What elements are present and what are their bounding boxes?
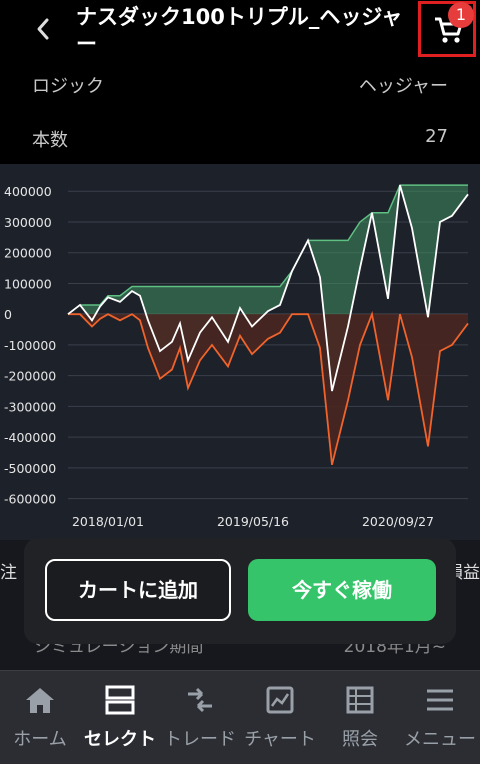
- y-tick-label: -100000: [4, 338, 56, 353]
- info-row-logic: ロジック ヘッジャー: [0, 58, 480, 112]
- tab-menu-label: メニュー: [404, 729, 476, 750]
- tab-inquiry[interactable]: 照会: [320, 671, 400, 764]
- count-value: 27: [425, 126, 448, 147]
- tab-trade[interactable]: トレード: [160, 671, 240, 764]
- tab-menu[interactable]: メニュー: [400, 671, 480, 764]
- add-to-cart-button[interactable]: カートに追加: [45, 559, 231, 621]
- logic-value: ヘッジャー: [358, 76, 448, 97]
- trade-icon: [188, 687, 212, 713]
- orders-label: 注: [0, 563, 17, 583]
- count-label: 本数: [32, 130, 68, 151]
- home-icon: [26, 688, 54, 713]
- y-tick-label: -600000: [4, 492, 56, 507]
- cart-count-badge: 1: [448, 2, 474, 28]
- x-tick-label: 2018/01/01: [72, 514, 144, 529]
- y-tick-label: 100000: [4, 276, 52, 291]
- y-tick-label: -400000: [4, 430, 56, 445]
- menu-icon: [427, 689, 453, 711]
- bottom-tab-bar: ホーム セレクト トレード チャート 照会 メニュー: [0, 670, 480, 764]
- chart-icon: [266, 686, 294, 714]
- page-title: ナスダック100トリプル_ヘッジャー: [76, 5, 403, 56]
- select-icon: [105, 685, 135, 715]
- y-tick-label: 400000: [4, 184, 52, 199]
- info-row-count: 本数 27: [0, 112, 480, 166]
- tab-chart[interactable]: チャート: [240, 671, 320, 764]
- chart-svg: 400000 300000 200000 100000 0 -100000 -200000 -…: [4, 184, 469, 529]
- y-tick-label: 0: [4, 307, 12, 322]
- tab-home[interactable]: ホーム: [0, 671, 80, 764]
- header: ナスダック100トリプル_ヘッジャー 1: [0, 0, 480, 62]
- tab-select[interactable]: セレクト: [80, 671, 160, 764]
- y-tick-label: -200000: [4, 369, 56, 384]
- x-tick-label: 2019/05/16: [217, 514, 289, 529]
- y-tick-label: -500000: [4, 461, 56, 476]
- start-now-button[interactable]: 今すぐ稼働: [248, 559, 436, 621]
- performance-chart: 400000 300000 200000 100000 0 -100000 -200000 -…: [0, 164, 480, 540]
- drawdown-area: [68, 314, 468, 465]
- logic-label: ロジック: [32, 76, 104, 97]
- list-icon: [346, 686, 374, 714]
- y-tick-label: 200000: [4, 246, 52, 261]
- action-popup: カートに追加 今すぐ稼働: [24, 538, 456, 644]
- back-chevron-icon[interactable]: [30, 14, 56, 44]
- x-tick-label: 2020/09/27: [362, 514, 434, 529]
- y-tick-label: 300000: [4, 215, 52, 230]
- y-tick-label: -300000: [4, 399, 56, 414]
